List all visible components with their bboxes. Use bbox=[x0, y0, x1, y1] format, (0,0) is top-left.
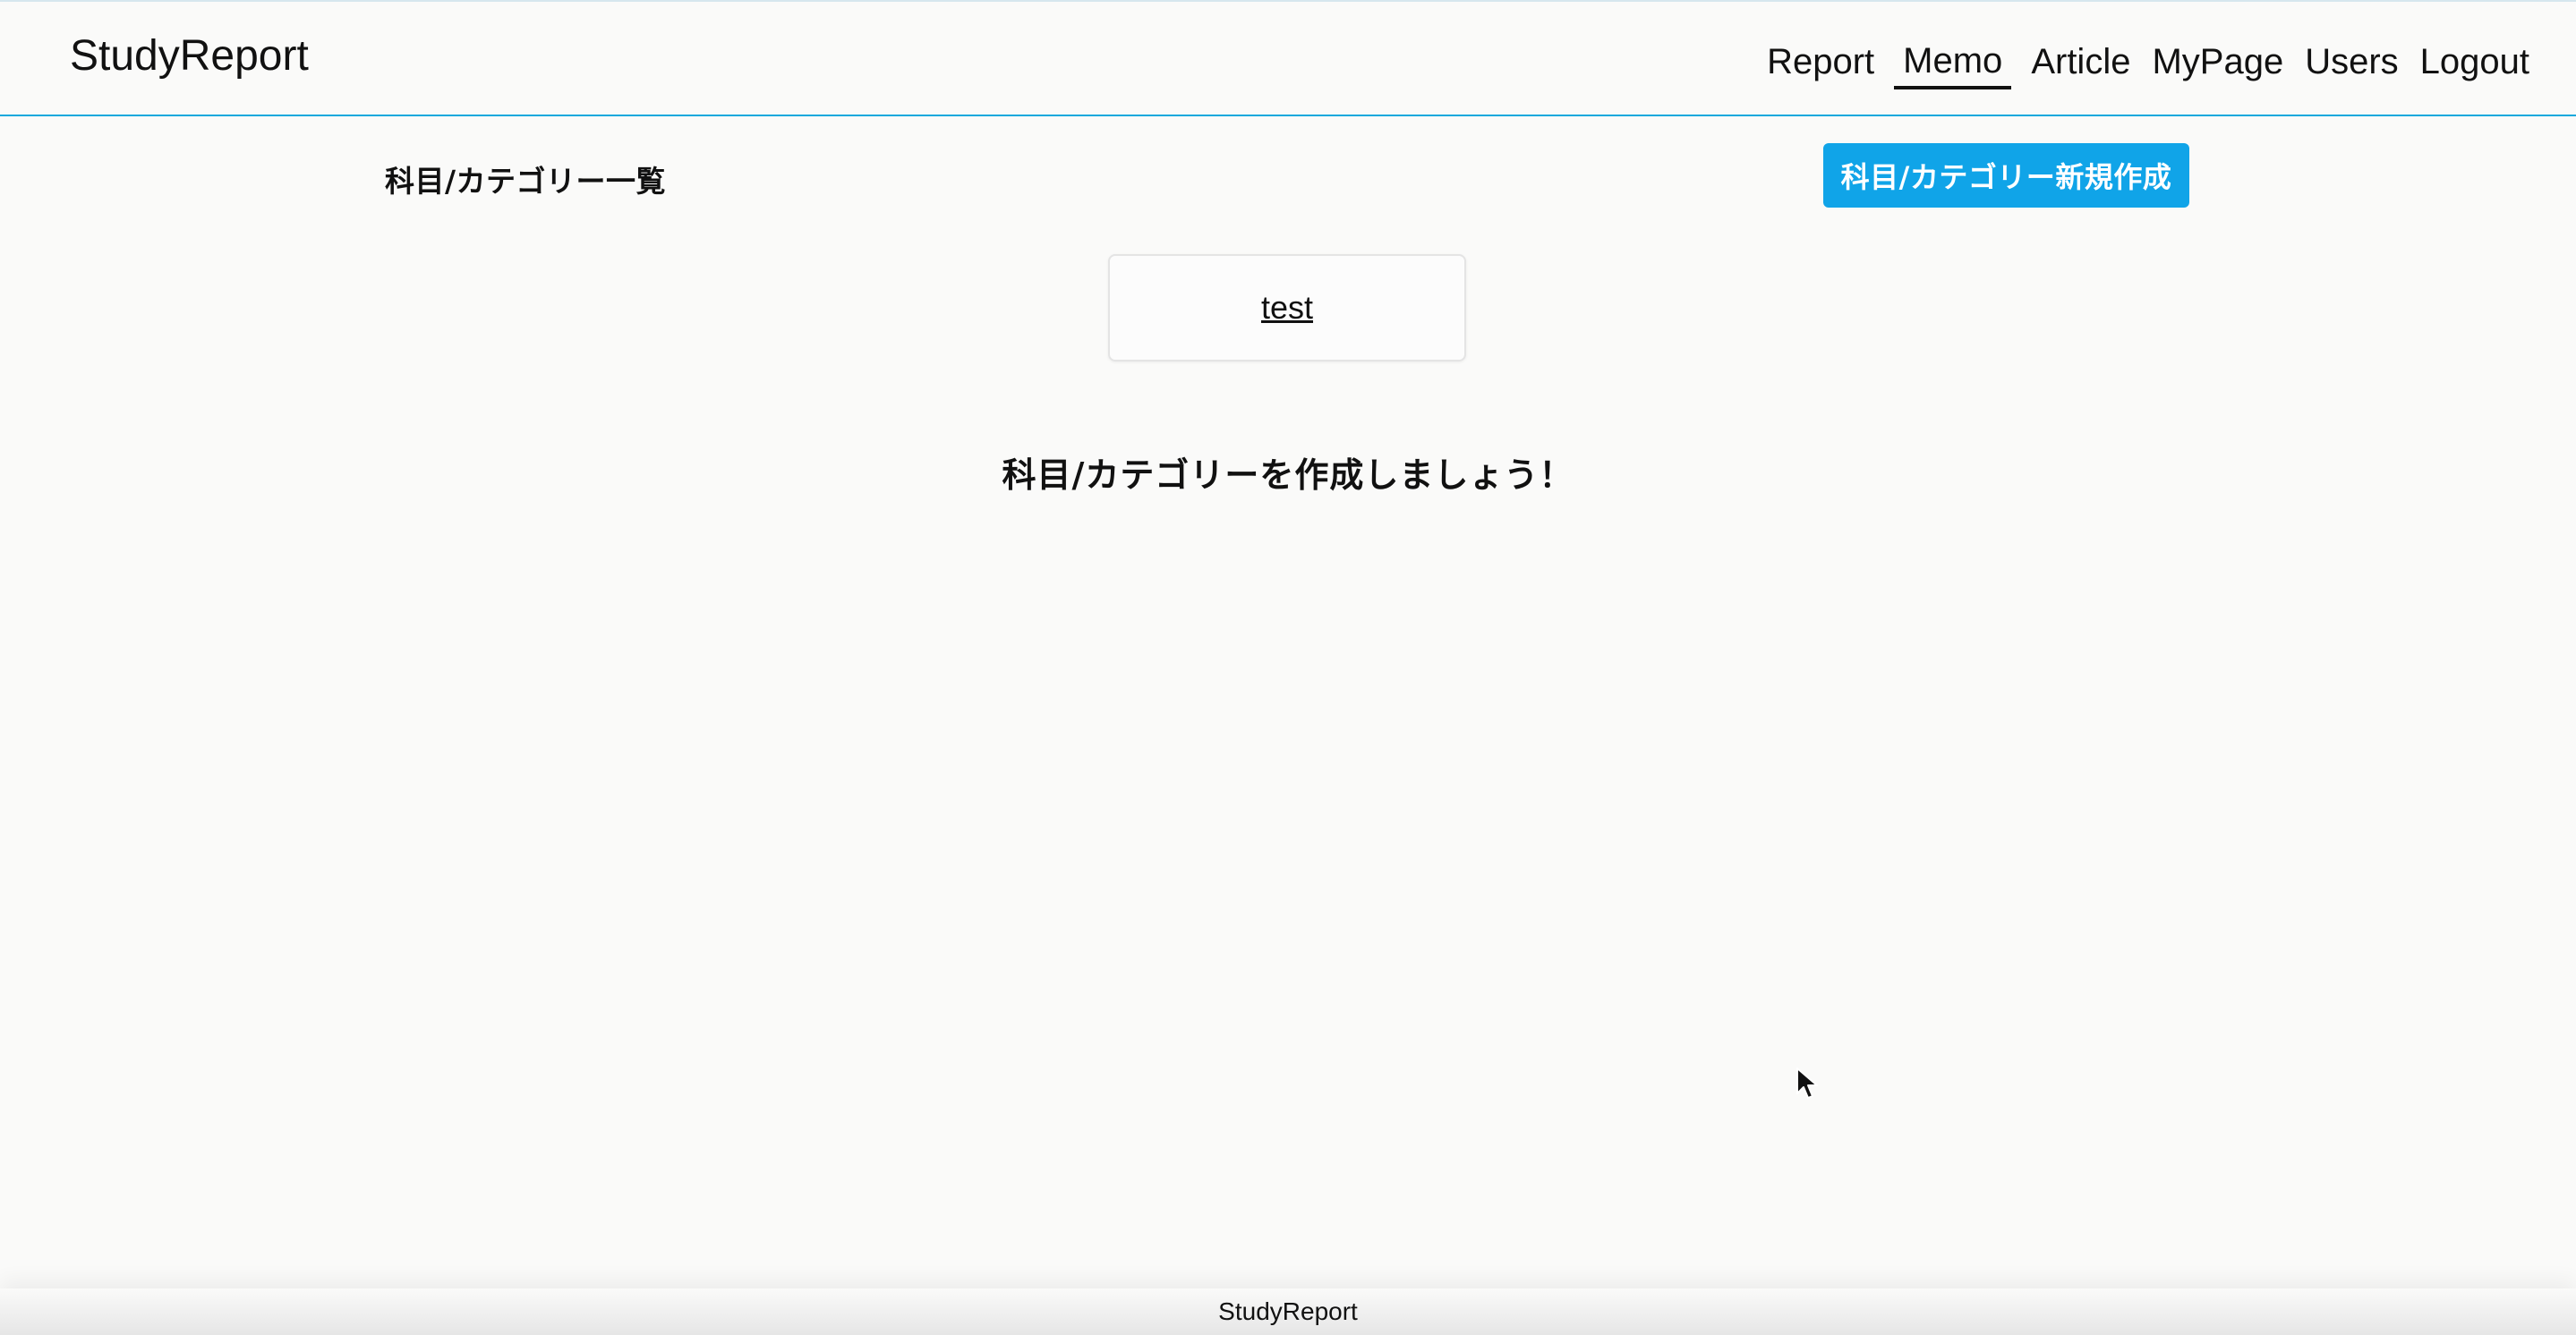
nav-memo-link[interactable]: Memo bbox=[1894, 38, 2012, 89]
top-navbar: StudyReport Report Memo Article MyPage U… bbox=[0, 0, 2576, 116]
nav-logout-link[interactable]: Logout bbox=[2418, 38, 2531, 85]
category-link[interactable]: test bbox=[1261, 289, 1313, 327]
nav-mypage-link[interactable]: MyPage bbox=[2150, 38, 2285, 85]
nav-users-link[interactable]: Users bbox=[2303, 38, 2400, 85]
brand-logo[interactable]: StudyReport bbox=[70, 30, 309, 82]
footer-text: StudyReport bbox=[1218, 1297, 1358, 1325]
section-title: 科目/カテゴリー一覧 bbox=[385, 164, 667, 199]
category-card: test bbox=[1108, 254, 1466, 361]
main-nav: Report Memo Article MyPage Users Logout bbox=[1765, 34, 2531, 89]
empty-state-message: 科目/カテゴリーを作成しましょう！ bbox=[1002, 455, 1574, 495]
nav-article-link[interactable]: Article bbox=[2029, 38, 2132, 85]
new-category-button[interactable]: 科目/カテゴリー新規作成 bbox=[1823, 143, 2189, 208]
nav-report-link[interactable]: Report bbox=[1765, 38, 1876, 85]
mouse-pointer-icon bbox=[1796, 1067, 1818, 1099]
footer: StudyReport bbox=[0, 1288, 2576, 1335]
